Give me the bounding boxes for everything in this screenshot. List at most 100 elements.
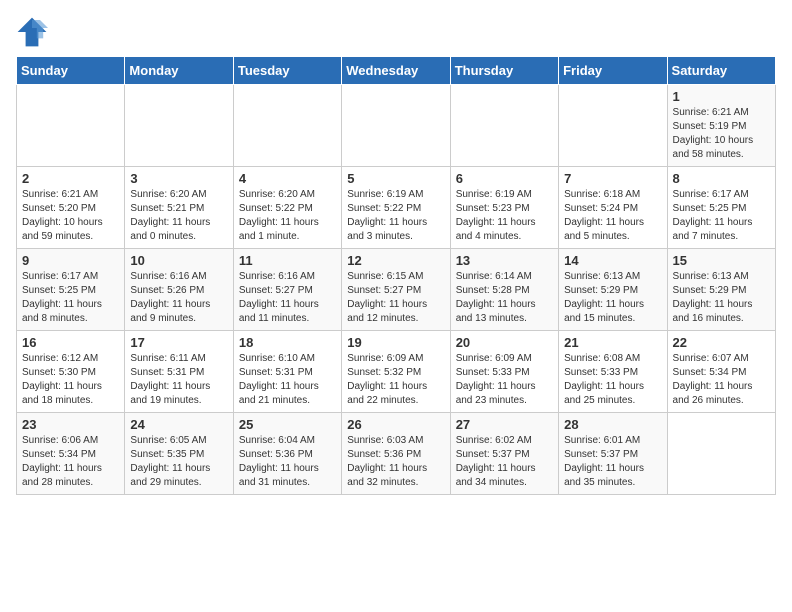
day-info: Sunrise: 6:17 AM Sunset: 5:25 PM Dayligh…	[22, 270, 119, 326]
day-info: Sunrise: 6:19 AM Sunset: 5:23 PM Dayligh…	[456, 188, 553, 244]
header-row: SundayMondayTuesdayWednesdayThursdayFrid…	[17, 57, 776, 85]
calendar-cell: 20Sunrise: 6:09 AM Sunset: 5:33 PM Dayli…	[450, 331, 558, 413]
header-saturday: Saturday	[667, 57, 775, 85]
page-header	[16, 16, 776, 48]
day-info: Sunrise: 6:21 AM Sunset: 5:20 PM Dayligh…	[22, 188, 119, 244]
calendar-cell: 6 Sunrise: 6:19 AM Sunset: 5:23 PM Daylig…	[450, 167, 558, 249]
calendar-cell: 4 Sunrise: 6:20 AM Sunset: 5:22 PM Daylig…	[233, 167, 341, 249]
day-number: 24	[130, 417, 227, 432]
day-number: 10	[130, 253, 227, 268]
day-info: Sunrise: 6:20 AM Sunset: 5:21 PM Dayligh…	[130, 188, 227, 244]
calendar-cell: 15 Sunrise: 6:13 AM Sunset: 5:29 PM Dayli…	[667, 249, 775, 331]
week-row-0: 1 Sunrise: 6:21 AM Sunset: 5:19 PM Daylig…	[17, 85, 776, 167]
day-info: Sunrise: 6:17 AM Sunset: 5:25 PM Dayligh…	[673, 188, 770, 244]
calendar-cell: 7 Sunrise: 6:18 AM Sunset: 5:24 PM Daylig…	[559, 167, 667, 249]
calendar-cell: 13 Sunrise: 6:14 AM Sunset: 5:28 PM Dayli…	[450, 249, 558, 331]
day-number: 16	[22, 335, 119, 350]
calendar-table: SundayMondayTuesdayWednesdayThursdayFrid…	[16, 56, 776, 495]
day-number: 6	[456, 171, 553, 186]
header-wednesday: Wednesday	[342, 57, 450, 85]
day-info: Sunrise: 6:10 AM Sunset: 5:31 PM Dayligh…	[239, 352, 336, 408]
calendar-cell: 21 Sunrise: 6:08 AM Sunset: 5:33 PM Dayli…	[559, 331, 667, 413]
day-number: 23	[22, 417, 119, 432]
calendar-cell	[559, 85, 667, 167]
day-number: 13	[456, 253, 553, 268]
day-info: Sunrise: 6:15 AM Sunset: 5:27 PM Dayligh…	[347, 270, 444, 326]
day-info: Sunrise: 6:12 AM Sunset: 5:30 PM Dayligh…	[22, 352, 119, 408]
day-number: 28	[564, 417, 661, 432]
day-info: Sunrise: 6:06 AM Sunset: 5:34 PM Dayligh…	[22, 434, 119, 490]
calendar-cell: 28Sunrise: 6:01 AM Sunset: 5:37 PM Dayli…	[559, 413, 667, 495]
day-number: 9	[22, 253, 119, 268]
calendar-cell	[450, 85, 558, 167]
logo-icon	[16, 16, 48, 48]
day-number: 3	[130, 171, 227, 186]
day-info: Sunrise: 6:13 AM Sunset: 5:29 PM Dayligh…	[673, 270, 770, 326]
calendar-cell	[125, 85, 233, 167]
calendar-cell: 14 Sunrise: 6:13 AM Sunset: 5:29 PM Dayli…	[559, 249, 667, 331]
day-info: Sunrise: 6:14 AM Sunset: 5:28 PM Dayligh…	[456, 270, 553, 326]
week-row-2: 9 Sunrise: 6:17 AM Sunset: 5:25 PM Daylig…	[17, 249, 776, 331]
day-info: Sunrise: 6:07 AM Sunset: 5:34 PM Dayligh…	[673, 352, 770, 408]
calendar-cell: 11 Sunrise: 6:16 AM Sunset: 5:27 PM Dayli…	[233, 249, 341, 331]
day-number: 22	[673, 335, 770, 350]
calendar-cell: 26Sunrise: 6:03 AM Sunset: 5:36 PM Dayli…	[342, 413, 450, 495]
day-number: 19	[347, 335, 444, 350]
header-thursday: Thursday	[450, 57, 558, 85]
week-row-1: 2 Sunrise: 6:21 AM Sunset: 5:20 PM Daylig…	[17, 167, 776, 249]
day-info: Sunrise: 6:08 AM Sunset: 5:33 PM Dayligh…	[564, 352, 661, 408]
week-row-3: 16 Sunrise: 6:12 AM Sunset: 5:30 PM Dayli…	[17, 331, 776, 413]
day-number: 11	[239, 253, 336, 268]
day-number: 21	[564, 335, 661, 350]
day-info: Sunrise: 6:04 AM Sunset: 5:36 PM Dayligh…	[239, 434, 336, 490]
day-info: Sunrise: 6:13 AM Sunset: 5:29 PM Dayligh…	[564, 270, 661, 326]
calendar-cell: 16 Sunrise: 6:12 AM Sunset: 5:30 PM Dayli…	[17, 331, 125, 413]
day-number: 1	[673, 89, 770, 104]
day-info: Sunrise: 6:21 AM Sunset: 5:19 PM Dayligh…	[673, 106, 770, 162]
calendar-cell	[233, 85, 341, 167]
calendar-cell: 10 Sunrise: 6:16 AM Sunset: 5:26 PM Dayli…	[125, 249, 233, 331]
day-info: Sunrise: 6:05 AM Sunset: 5:35 PM Dayligh…	[130, 434, 227, 490]
day-number: 4	[239, 171, 336, 186]
calendar-cell	[667, 413, 775, 495]
calendar-cell: 22 Sunrise: 6:07 AM Sunset: 5:34 PM Dayli…	[667, 331, 775, 413]
calendar-cell: 19 Sunrise: 6:09 AM Sunset: 5:32 PM Dayli…	[342, 331, 450, 413]
day-info: Sunrise: 6:20 AM Sunset: 5:22 PM Dayligh…	[239, 188, 336, 244]
header-monday: Monday	[125, 57, 233, 85]
calendar-cell: 18Sunrise: 6:10 AM Sunset: 5:31 PM Dayli…	[233, 331, 341, 413]
header-friday: Friday	[559, 57, 667, 85]
day-info: Sunrise: 6:19 AM Sunset: 5:22 PM Dayligh…	[347, 188, 444, 244]
header-tuesday: Tuesday	[233, 57, 341, 85]
day-number: 27	[456, 417, 553, 432]
day-number: 14	[564, 253, 661, 268]
day-info: Sunrise: 6:11 AM Sunset: 5:31 PM Dayligh…	[130, 352, 227, 408]
calendar-cell: 17 Sunrise: 6:11 AM Sunset: 5:31 PM Dayli…	[125, 331, 233, 413]
day-number: 15	[673, 253, 770, 268]
calendar-cell: 3 Sunrise: 6:20 AM Sunset: 5:21 PM Daylig…	[125, 167, 233, 249]
day-number: 12	[347, 253, 444, 268]
calendar-cell	[17, 85, 125, 167]
calendar-cell: 5 Sunrise: 6:19 AM Sunset: 5:22 PM Daylig…	[342, 167, 450, 249]
calendar-cell: 25 Sunrise: 6:04 AM Sunset: 5:36 PM Dayli…	[233, 413, 341, 495]
day-number: 2	[22, 171, 119, 186]
calendar-cell: 23 Sunrise: 6:06 AM Sunset: 5:34 PM Dayli…	[17, 413, 125, 495]
day-info: Sunrise: 6:18 AM Sunset: 5:24 PM Dayligh…	[564, 188, 661, 244]
day-info: Sunrise: 6:09 AM Sunset: 5:32 PM Dayligh…	[347, 352, 444, 408]
calendar-cell: 1 Sunrise: 6:21 AM Sunset: 5:19 PM Daylig…	[667, 85, 775, 167]
calendar-cell: 8 Sunrise: 6:17 AM Sunset: 5:25 PM Daylig…	[667, 167, 775, 249]
day-number: 25	[239, 417, 336, 432]
day-info: Sunrise: 6:02 AM Sunset: 5:37 PM Dayligh…	[456, 434, 553, 490]
day-number: 7	[564, 171, 661, 186]
day-number: 20	[456, 335, 553, 350]
logo	[16, 16, 52, 48]
day-info: Sunrise: 6:16 AM Sunset: 5:26 PM Dayligh…	[130, 270, 227, 326]
day-number: 5	[347, 171, 444, 186]
calendar-cell	[342, 85, 450, 167]
day-info: Sunrise: 6:16 AM Sunset: 5:27 PM Dayligh…	[239, 270, 336, 326]
calendar-cell: 24 Sunrise: 6:05 AM Sunset: 5:35 PM Dayli…	[125, 413, 233, 495]
day-number: 17	[130, 335, 227, 350]
day-info: Sunrise: 6:03 AM Sunset: 5:36 PM Dayligh…	[347, 434, 444, 490]
day-number: 8	[673, 171, 770, 186]
calendar-cell: 2 Sunrise: 6:21 AM Sunset: 5:20 PM Daylig…	[17, 167, 125, 249]
calendar-cell: 27 Sunrise: 6:02 AM Sunset: 5:37 PM Dayli…	[450, 413, 558, 495]
